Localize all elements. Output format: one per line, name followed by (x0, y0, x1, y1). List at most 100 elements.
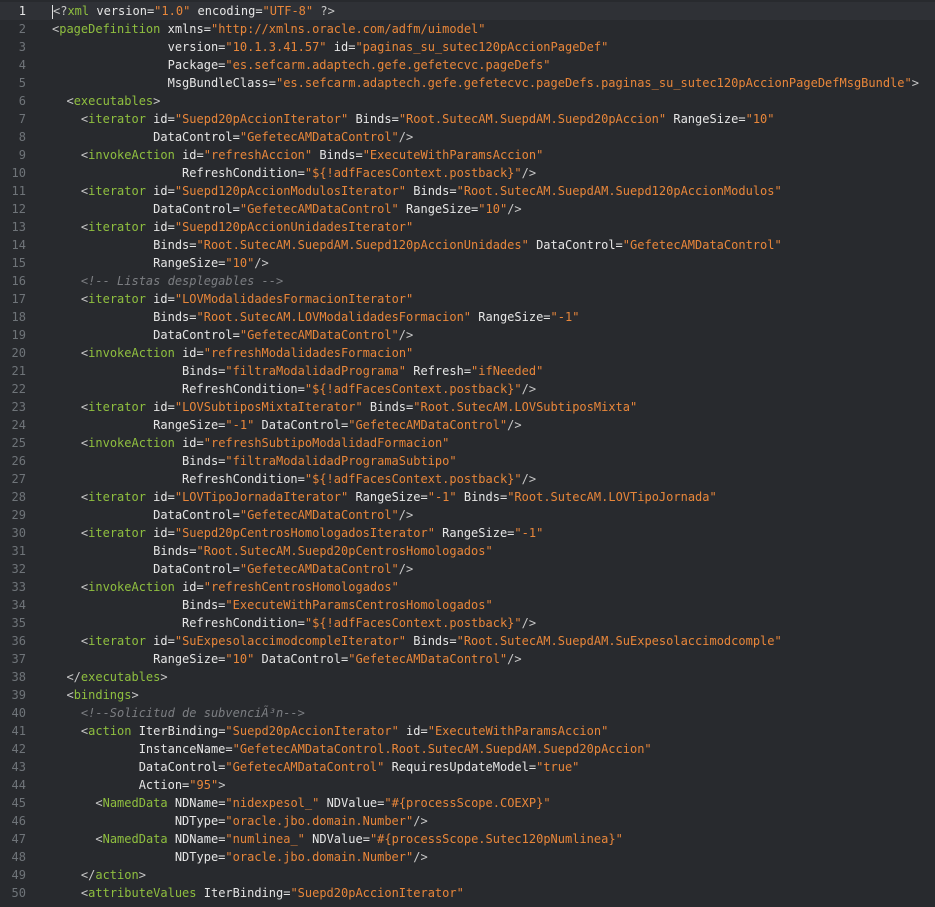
code-line[interactable]: 8 DataControl="GefetecAMDataControl"/> (0, 128, 935, 146)
line-text[interactable]: NDType="oracle.jbo.domain.Number"/> (52, 848, 428, 866)
line-text[interactable]: DataControl="GefetecAMDataControl" Range… (52, 200, 522, 218)
code-area[interactable]: 1 <?xml version="1.0" encoding="UTF-8" ?>… (0, 2, 935, 902)
line-text[interactable]: <!--Solicitud de subvenciÃ³n--> (52, 704, 305, 722)
line-text[interactable]: <?xml version="1.0" encoding="UTF-8" ?> (52, 2, 335, 20)
line-text[interactable]: DataControl="GefetecAMDataControl" Requi… (52, 758, 580, 776)
code-line[interactable]: 37 RangeSize="10" DataControl="GefetecAM… (0, 650, 935, 668)
code-line[interactable]: 49 </action> (0, 866, 935, 884)
line-text[interactable]: Binds="Root.SutecAM.LOVModalidadesFormac… (52, 308, 579, 326)
code-line[interactable]: 30 <iterator id="Suepd20pCentrosHomologa… (0, 524, 935, 542)
line-text[interactable]: <invokeAction id="refreshCentrosHomologa… (52, 578, 399, 596)
line-text[interactable]: <iterator id="Suepd120pAccionModulosIter… (52, 182, 782, 200)
line-text[interactable]: RangeSize="10" DataControl="GefetecAMDat… (52, 650, 521, 668)
code-line[interactable]: 40 <!--Solicitud de subvenciÃ³n--> (0, 704, 935, 722)
code-line[interactable]: 6 <executables> (0, 92, 935, 110)
line-text[interactable]: <!-- Listas desplegables --> (52, 272, 283, 290)
code-line[interactable]: 32 DataControl="GefetecAMDataControl"/> (0, 560, 935, 578)
line-text[interactable]: DataControl="GefetecAMDataControl"/> (52, 560, 413, 578)
code-line[interactable]: 16 <!-- Listas desplegables --> (0, 272, 935, 290)
line-text[interactable]: DataControl="GefetecAMDataControl"/> (52, 128, 413, 146)
code-line[interactable]: 11 <iterator id="Suepd120pAccionModulosI… (0, 182, 935, 200)
line-text[interactable]: DataControl="GefetecAMDataControl"/> (52, 326, 413, 344)
code-line[interactable]: 19 DataControl="GefetecAMDataControl"/> (0, 326, 935, 344)
line-text[interactable]: <iterator id="Suepd120pAccionUnidadesIte… (52, 218, 413, 236)
line-text[interactable]: Binds="ExecuteWithParamsCentrosHomologad… (52, 596, 493, 614)
code-line[interactable]: 48 NDType="oracle.jbo.domain.Number"/> (0, 848, 935, 866)
code-line[interactable]: 41 <action IterBinding="Suepd20pAccionIt… (0, 722, 935, 740)
line-text[interactable]: InstanceName="GefetecAMDataControl.Root.… (52, 740, 652, 758)
line-text[interactable]: <NamedData NDName="numlinea_" NDValue="#… (52, 830, 622, 848)
line-text[interactable]: <invokeAction id="refreshAccion" Binds="… (52, 146, 543, 164)
code-line[interactable]: 3 version="10.1.3.41.57" id="paginas_su_… (0, 38, 935, 56)
line-text[interactable]: RangeSize="-1" DataControl="GefetecAMDat… (52, 416, 521, 434)
line-text[interactable]: <iterator id="SuExpesolaccimodcompleIter… (52, 632, 782, 650)
code-line[interactable]: 42 InstanceName="GefetecAMDataControl.Ro… (0, 740, 935, 758)
code-line[interactable]: 36 <iterator id="SuExpesolaccimodcompleI… (0, 632, 935, 650)
code-line[interactable]: 24 RangeSize="-1" DataControl="GefetecAM… (0, 416, 935, 434)
line-text[interactable]: <iterator id="LOVModalidadesFormacionIte… (52, 290, 413, 308)
code-line[interactable]: 2 <pageDefinition xmlns="http://xmlns.ora… (0, 20, 935, 38)
line-text[interactable]: RangeSize="10"/> (52, 254, 269, 272)
line-text[interactable]: <iterator id="LOVTipoJornadaIterator" Ra… (52, 488, 717, 506)
line-text[interactable]: <NamedData NDName="nidexpesol_" NDValue=… (52, 794, 550, 812)
code-line[interactable]: 17 <iterator id="LOVModalidadesFormacion… (0, 290, 935, 308)
code-line[interactable]: 29 DataControl="GefetecAMDataControl"/> (0, 506, 935, 524)
code-line[interactable]: 13 <iterator id="Suepd120pAccionUnidades… (0, 218, 935, 236)
line-text[interactable]: NDType="oracle.jbo.domain.Number"/> (52, 812, 428, 830)
code-line[interactable]: 7 <iterator id="Suepd20pAccionIterator" … (0, 110, 935, 128)
code-line[interactable]: 5 MsgBundleClass="es.sefcarm.adaptech.ge… (0, 74, 935, 92)
code-line[interactable]: 43 DataControl="GefetecAMDataControl" Re… (0, 758, 935, 776)
code-line[interactable]: 47 <NamedData NDName="numlinea_" NDValue… (0, 830, 935, 848)
code-line[interactable]: 38 </executables> (0, 668, 935, 686)
code-line[interactable]: 22 RefreshCondition="${!adfFacesContext.… (0, 380, 935, 398)
code-editor[interactable]: 1 <?xml version="1.0" encoding="UTF-8" ?>… (0, 0, 935, 907)
line-text[interactable]: Binds="Root.SutecAM.Suepd20pCentrosHomol… (52, 542, 493, 560)
line-text[interactable]: <executables> (52, 92, 160, 110)
line-text[interactable]: <pageDefinition xmlns="http://xmlns.orac… (52, 20, 486, 38)
code-line[interactable]: 10 RefreshCondition="${!adfFacesContext.… (0, 164, 935, 182)
line-text[interactable]: version="10.1.3.41.57" id="paginas_su_su… (52, 38, 609, 56)
line-text[interactable]: <action IterBinding="Suepd20pAccionItera… (52, 722, 608, 740)
line-text[interactable]: RefreshCondition="${!adfFacesContext.pos… (52, 614, 536, 632)
code-line[interactable]: 14 Binds="Root.SutecAM.SuepdAM.Suepd120p… (0, 236, 935, 254)
code-line[interactable]: 1 <?xml version="1.0" encoding="UTF-8" ?> (0, 2, 935, 20)
code-line[interactable]: 46 NDType="oracle.jbo.domain.Number"/> (0, 812, 935, 830)
code-line[interactable]: 28 <iterator id="LOVTipoJornadaIterator"… (0, 488, 935, 506)
line-text[interactable]: <iterator id="Suepd20pCentrosHomologados… (52, 524, 543, 542)
line-text[interactable]: RefreshCondition="${!adfFacesContext.pos… (52, 470, 536, 488)
code-line[interactable]: 39 <bindings> (0, 686, 935, 704)
line-text[interactable]: <invokeAction id="refreshSubtipoModalida… (52, 434, 449, 452)
line-text[interactable]: Binds="Root.SutecAM.SuepdAM.Suepd120pAcc… (52, 236, 782, 254)
code-line[interactable]: 27 RefreshCondition="${!adfFacesContext.… (0, 470, 935, 488)
line-text[interactable]: RefreshCondition="${!adfFacesContext.pos… (52, 380, 536, 398)
line-text[interactable]: <iterator id="LOVSubtiposMixtaIterator" … (52, 398, 637, 416)
code-line[interactable]: 33 <invokeAction id="refreshCentrosHomol… (0, 578, 935, 596)
code-line[interactable]: 34 Binds="ExecuteWithParamsCentrosHomolo… (0, 596, 935, 614)
code-line[interactable]: 4 Package="es.sefcarm.adaptech.gefe.gefe… (0, 56, 935, 74)
code-line[interactable]: 12 DataControl="GefetecAMDataControl" Ra… (0, 200, 935, 218)
code-line[interactable]: 18 Binds="Root.SutecAM.LOVModalidadesFor… (0, 308, 935, 326)
line-text[interactable]: <invokeAction id="refreshModalidadesForm… (52, 344, 413, 362)
line-text[interactable]: <iterator id="Suepd20pAccionIterator" Bi… (52, 110, 775, 128)
code-line[interactable]: 35 RefreshCondition="${!adfFacesContext.… (0, 614, 935, 632)
code-line[interactable]: 44 Action="95"> (0, 776, 935, 794)
line-text[interactable]: DataControl="GefetecAMDataControl"/> (52, 506, 413, 524)
line-text[interactable]: Binds="filtraModalidadProgramaSubtipo" (52, 452, 457, 470)
line-text[interactable]: Binds="filtraModalidadPrograma" Refresh=… (52, 362, 543, 380)
line-text[interactable]: <bindings> (52, 686, 138, 704)
code-line[interactable]: 21 Binds="filtraModalidadPrograma" Refre… (0, 362, 935, 380)
line-text[interactable]: RefreshCondition="${!adfFacesContext.pos… (52, 164, 536, 182)
line-text[interactable]: MsgBundleClass="es.sefcarm.adaptech.gefe… (52, 74, 919, 92)
line-text[interactable]: Action="95"> (52, 776, 226, 794)
code-line[interactable]: 20 <invokeAction id="refreshModalidadesF… (0, 344, 935, 362)
line-text[interactable]: <attributeValues IterBinding="Suepd20pAc… (52, 884, 464, 902)
line-text[interactable]: </executables> (52, 668, 167, 686)
line-text[interactable]: </action> (52, 866, 146, 884)
code-line[interactable]: 23 <iterator id="LOVSubtiposMixtaIterato… (0, 398, 935, 416)
code-line[interactable]: 9 <invokeAction id="refreshAccion" Binds… (0, 146, 935, 164)
code-line[interactable]: 50 <attributeValues IterBinding="Suepd20… (0, 884, 935, 902)
code-line[interactable]: 45 <NamedData NDName="nidexpesol_" NDVal… (0, 794, 935, 812)
code-line[interactable]: 15 RangeSize="10"/> (0, 254, 935, 272)
line-text[interactable]: Package="es.sefcarm.adaptech.gefe.gefete… (52, 56, 551, 74)
code-line[interactable]: 26 Binds="filtraModalidadProgramaSubtipo… (0, 452, 935, 470)
